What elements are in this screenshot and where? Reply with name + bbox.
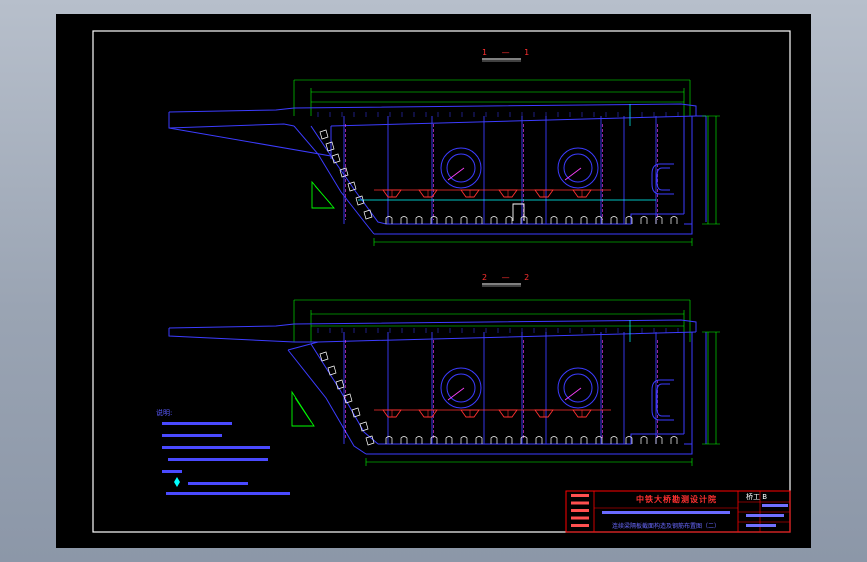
cad-drawing-canvas[interactable] bbox=[56, 14, 811, 548]
drawing-viewport[interactable]: 1 — 1 2 — 2 说明: 中铁大桥勘测设计院 连续梁隔板截面构造及钢筋布置… bbox=[56, 14, 811, 548]
note-line bbox=[168, 458, 268, 461]
bottom-stud bbox=[505, 436, 513, 444]
title-block-field bbox=[571, 509, 589, 512]
bottom-stud bbox=[565, 216, 573, 224]
bottom-stud bbox=[670, 216, 678, 224]
bottom-stud bbox=[475, 436, 483, 444]
bottom-stud bbox=[655, 436, 663, 444]
note-line bbox=[162, 470, 182, 473]
bottom-stud bbox=[535, 216, 543, 224]
section-2-drawing bbox=[168, 283, 720, 466]
bottom-stud bbox=[565, 436, 573, 444]
bottom-stud bbox=[640, 216, 648, 224]
title-block-company: 中铁大桥勘测设计院 bbox=[636, 495, 717, 504]
bottom-stud bbox=[445, 436, 453, 444]
bottom-stud bbox=[490, 216, 498, 224]
note-line bbox=[162, 422, 232, 425]
web-stud bbox=[335, 379, 345, 390]
bottom-stud bbox=[385, 216, 393, 224]
section-1-label: 1 — 1 bbox=[482, 48, 536, 57]
bottom-stud bbox=[400, 436, 408, 444]
bottom-stud bbox=[670, 436, 678, 444]
note-line bbox=[162, 446, 270, 449]
bottom-stud bbox=[550, 436, 558, 444]
bottom-stud bbox=[460, 436, 468, 444]
bottom-stud bbox=[475, 216, 483, 224]
web-stud bbox=[319, 129, 329, 140]
bottom-stud bbox=[610, 216, 618, 224]
bottom-stud bbox=[445, 216, 453, 224]
bottom-stud bbox=[460, 216, 468, 224]
title-block-sheet-title: 连续梁隔板截面构造及钢筋布置图（二） bbox=[612, 523, 721, 530]
bottom-stud bbox=[385, 436, 393, 444]
title-block-field bbox=[571, 501, 589, 505]
notes-block bbox=[162, 422, 290, 495]
title-block-subtitle bbox=[602, 511, 730, 514]
bottom-stud bbox=[610, 436, 618, 444]
bottom-stud bbox=[640, 436, 648, 444]
bottom-stud bbox=[655, 216, 663, 224]
bottom-stud bbox=[490, 436, 498, 444]
section-1-drawing bbox=[168, 58, 720, 246]
bottom-stud bbox=[550, 216, 558, 224]
title-block-field bbox=[571, 494, 589, 497]
note-line bbox=[166, 492, 290, 495]
title-block-field bbox=[571, 524, 589, 527]
title-block-field bbox=[571, 516, 589, 520]
bottom-stud bbox=[400, 216, 408, 224]
bottom-stud bbox=[415, 436, 423, 444]
title-block-code: 桥工 B bbox=[746, 493, 768, 501]
bottom-stud bbox=[580, 216, 588, 224]
note-line bbox=[188, 482, 248, 485]
bottom-stud bbox=[505, 216, 513, 224]
bottom-stud bbox=[415, 216, 423, 224]
notes-heading: 说明: bbox=[156, 409, 173, 417]
note-line bbox=[162, 434, 222, 437]
bottom-stud bbox=[535, 436, 543, 444]
section-2-label: 2 — 2 bbox=[482, 273, 536, 282]
bottom-stud bbox=[580, 436, 588, 444]
